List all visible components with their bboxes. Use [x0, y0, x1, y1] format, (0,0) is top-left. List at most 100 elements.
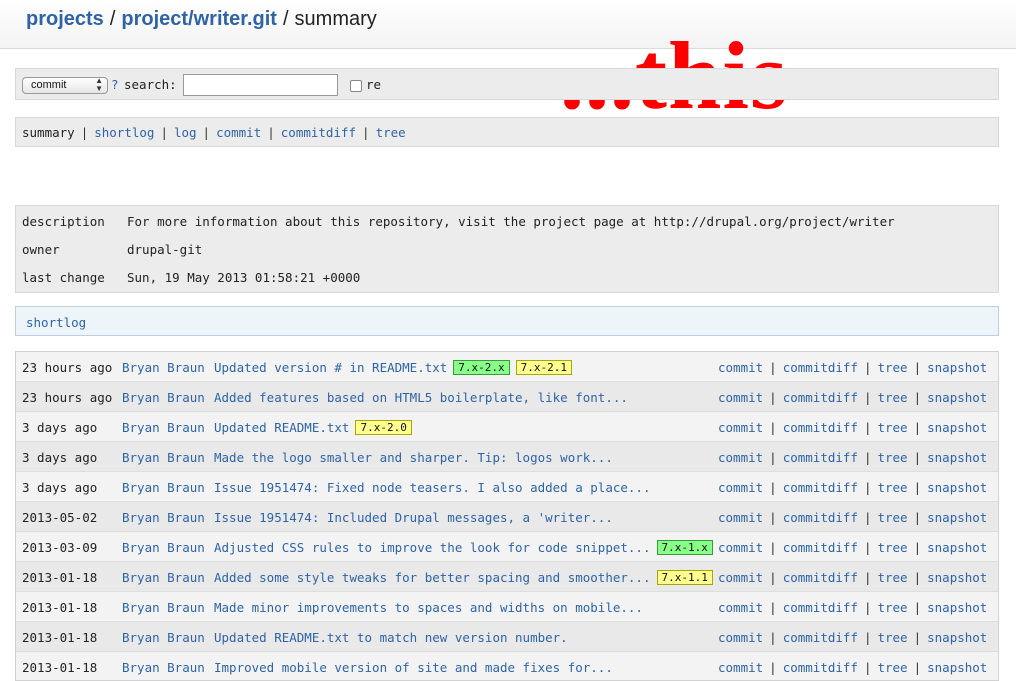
- row-link-tree[interactable]: tree: [877, 450, 907, 465]
- row-link-commit[interactable]: commit: [718, 420, 763, 435]
- nav-item-shortlog[interactable]: shortlog: [94, 125, 154, 140]
- commit-subject-link[interactable]: Adjusted CSS rules to improve the look f…: [214, 540, 651, 555]
- row-link-commit[interactable]: commit: [718, 360, 763, 375]
- commit-author-link[interactable]: Bryan Braun: [122, 360, 205, 375]
- row-link-commit[interactable]: commit: [718, 450, 763, 465]
- row-link-snapshot[interactable]: snapshot: [927, 450, 987, 465]
- tag-badge[interactable]: 7.x-1.x: [656, 540, 713, 555]
- commit-age: 23 hours ago: [22, 360, 113, 375]
- commit-subject-link[interactable]: Improved mobile version of site and made…: [214, 660, 613, 675]
- nav-separator: |: [160, 125, 168, 140]
- commit-subject-link[interactable]: Added some style tweaks for better spaci…: [214, 570, 651, 585]
- link-separator: |: [913, 570, 922, 585]
- commit-author-link[interactable]: Bryan Braun: [122, 450, 205, 465]
- link-separator: |: [913, 660, 922, 675]
- row-link-tree[interactable]: tree: [877, 630, 907, 645]
- row-link-snapshot[interactable]: snapshot: [927, 540, 987, 555]
- search-help-link[interactable]: ?: [111, 77, 119, 92]
- row-link-snapshot[interactable]: snapshot: [927, 570, 987, 585]
- row-link-tree[interactable]: tree: [877, 570, 907, 585]
- breadcrumb-projects-link[interactable]: projects: [26, 8, 104, 30]
- row-link-commitdiff[interactable]: commitdiff: [783, 570, 858, 585]
- search-type-value: commit: [31, 79, 67, 91]
- row-link-commit[interactable]: commit: [718, 630, 763, 645]
- commit-subject-cell: Made minor improvements to spaces and wi…: [214, 600, 643, 615]
- last-change-label: last change: [22, 270, 105, 285]
- row-link-commitdiff[interactable]: commitdiff: [783, 630, 858, 645]
- row-link-commitdiff[interactable]: commitdiff: [783, 420, 858, 435]
- nav-item-commitdiff[interactable]: commitdiff: [281, 125, 356, 140]
- commit-subject-link[interactable]: Issue 1951474: Included Drupal messages,…: [214, 510, 613, 525]
- row-link-commitdiff[interactable]: commitdiff: [783, 540, 858, 555]
- row-link-tree[interactable]: tree: [877, 600, 907, 615]
- row-link-commit[interactable]: commit: [718, 480, 763, 495]
- row-link-tree[interactable]: tree: [877, 510, 907, 525]
- row-link-commit[interactable]: commit: [718, 510, 763, 525]
- table-row: 2013-01-18 Bryan Braun Improved mobile ver…: [16, 652, 998, 680]
- nav-item-log[interactable]: log: [174, 125, 197, 140]
- commit-links: commit | commitdiff | tree | snapshot: [718, 600, 987, 615]
- commit-author-link[interactable]: Bryan Braun: [122, 480, 205, 495]
- nav-item-tree[interactable]: tree: [376, 125, 406, 140]
- tag-badge[interactable]: 7.x-2.1: [515, 360, 573, 375]
- commit-subject-link[interactable]: Added features based on HTML5 boilerplat…: [214, 390, 628, 405]
- commit-subject-link[interactable]: Updated README.txt: [214, 420, 349, 435]
- row-link-snapshot[interactable]: snapshot: [927, 480, 987, 495]
- row-link-tree[interactable]: tree: [877, 390, 907, 405]
- tag-badge[interactable]: 7.x-1.1: [656, 570, 713, 585]
- row-link-tree[interactable]: tree: [877, 660, 907, 675]
- row-link-commitdiff[interactable]: commitdiff: [783, 390, 858, 405]
- last-change-value: Sun, 19 May 2013 01:58:21 +0000: [127, 270, 361, 285]
- row-link-snapshot[interactable]: snapshot: [927, 660, 987, 675]
- shortlog-table: 23 hours ago Bryan Braun Updated version #…: [15, 351, 999, 681]
- tag-badge[interactable]: 7.x-2.0: [355, 420, 412, 435]
- commit-author-link[interactable]: Bryan Braun: [122, 510, 205, 525]
- commit-author-link[interactable]: Bryan Braun: [122, 600, 205, 615]
- commit-subject-link[interactable]: Made minor improvements to spaces and wi…: [214, 600, 643, 615]
- commit-author-link[interactable]: Bryan Braun: [122, 630, 205, 645]
- commit-subject-cell: Added features based on HTML5 boilerplat…: [214, 390, 628, 405]
- commit-subject-link[interactable]: Made the logo smaller and sharper. Tip: …: [214, 450, 613, 465]
- commit-author-link[interactable]: Bryan Braun: [122, 420, 205, 435]
- commit-author-link[interactable]: Bryan Braun: [122, 570, 205, 585]
- row-link-commitdiff[interactable]: commitdiff: [783, 510, 858, 525]
- row-link-commitdiff[interactable]: commitdiff: [783, 480, 858, 495]
- row-link-tree[interactable]: tree: [877, 360, 907, 375]
- row-link-snapshot[interactable]: snapshot: [927, 420, 987, 435]
- row-link-commitdiff[interactable]: commitdiff: [783, 660, 858, 675]
- shortlog-title-link[interactable]: shortlog: [26, 315, 86, 330]
- row-link-commit[interactable]: commit: [718, 660, 763, 675]
- nav-item-commit[interactable]: commit: [216, 125, 261, 140]
- search-type-select[interactable]: commit ▲ ▼: [22, 77, 108, 94]
- row-link-tree[interactable]: tree: [877, 480, 907, 495]
- commit-author-link[interactable]: Bryan Braun: [122, 540, 205, 555]
- commit-author-link[interactable]: Bryan Braun: [122, 660, 205, 675]
- regex-checkbox[interactable]: [350, 80, 362, 92]
- commit-subject-link[interactable]: Issue 1951474: Fixed node teasers. I als…: [214, 480, 651, 495]
- breadcrumb-repo-link[interactable]: project/writer.git: [121, 8, 277, 30]
- commit-author-link[interactable]: Bryan Braun: [122, 390, 205, 405]
- search-input[interactable]: [183, 74, 338, 96]
- row-link-snapshot[interactable]: snapshot: [927, 600, 987, 615]
- commit-links: commit | commitdiff | tree | snapshot: [718, 540, 987, 555]
- row-link-snapshot[interactable]: snapshot: [927, 390, 987, 405]
- row-link-tree[interactable]: tree: [877, 540, 907, 555]
- commit-links: commit | commitdiff | tree | snapshot: [718, 360, 987, 375]
- tag-badge[interactable]: 7.x-2.x: [453, 360, 510, 375]
- commit-subject-link[interactable]: Updated version # in README.txt: [214, 360, 447, 375]
- row-link-commitdiff[interactable]: commitdiff: [783, 600, 858, 615]
- row-link-snapshot[interactable]: snapshot: [927, 510, 987, 525]
- nav-separator: |: [362, 125, 370, 140]
- row-link-commit[interactable]: commit: [718, 540, 763, 555]
- row-link-commitdiff[interactable]: commitdiff: [783, 360, 858, 375]
- row-link-snapshot[interactable]: snapshot: [927, 360, 987, 375]
- row-link-commit[interactable]: commit: [718, 570, 763, 585]
- row-link-commitdiff[interactable]: commitdiff: [783, 450, 858, 465]
- row-link-snapshot[interactable]: snapshot: [927, 630, 987, 645]
- row-link-tree[interactable]: tree: [877, 420, 907, 435]
- commit-subject-link[interactable]: Updated README.txt to match new version …: [214, 630, 568, 645]
- row-link-commit[interactable]: commit: [718, 600, 763, 615]
- commit-age: 2013-01-18: [22, 630, 98, 645]
- row-link-commit[interactable]: commit: [718, 390, 763, 405]
- regex-checkbox-label: re: [366, 77, 382, 92]
